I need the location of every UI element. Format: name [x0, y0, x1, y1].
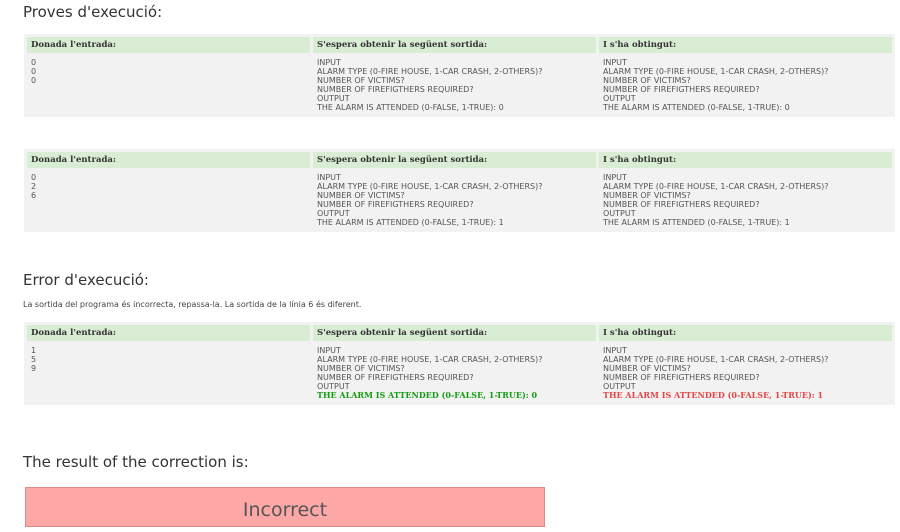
obtained-line: ALARM TYPE (0-FIRE HOUSE, 1-CAR CRASH, 2… — [603, 182, 829, 192]
expected-cell: INPUT ALARM TYPE (0-FIRE HOUSE, 1-CAR CR… — [313, 56, 596, 114]
input-line: 0 — [31, 58, 37, 67]
expected-line: NUMBER OF VICTIMS? — [317, 76, 405, 86]
expected-line: NUMBER OF VICTIMS? — [317, 191, 405, 201]
obtained-line: NUMBER OF VICTIMS? — [603, 191, 691, 201]
result-badge: Incorrect — [25, 487, 545, 527]
expected-diff-line: THE ALARM IS ATTENDED (0-FALSE, 1-TRUE):… — [317, 390, 538, 401]
input-header: Donada l'entrada: — [27, 37, 310, 53]
obtained-line: ALARM TYPE (0-FIRE HOUSE, 1-CAR CRASH, 2… — [603, 67, 829, 77]
input-line: 6 — [31, 191, 37, 201]
obtained-line: NUMBER OF FIREFIGTHERS REQUIRED? — [603, 200, 760, 210]
expected-line: INPUT — [317, 173, 341, 182]
obtained-header: I s'ha obtingut: — [599, 325, 892, 341]
table-row: 1 5 9 INPUT ALARM TYPE (0-FIRE HOUSE, 1-… — [27, 344, 892, 402]
obtained-line: NUMBER OF VICTIMS? — [603, 364, 691, 374]
expected-line: OUTPUT — [317, 94, 350, 104]
obtained-line: INPUT — [603, 173, 627, 182]
expected-line: ALARM TYPE (0-FIRE HOUSE, 1-CAR CRASH, 2… — [317, 67, 543, 77]
expected-line: THE ALARM IS ATTENDED (0-FALSE, 1-TRUE):… — [317, 218, 504, 228]
result-label: The result of the correction is: — [23, 453, 249, 471]
table-row: 0 2 6 INPUT ALARM TYPE (0-FIRE HOUSE, 1-… — [27, 171, 892, 229]
obtained-line: INPUT — [603, 58, 627, 67]
input-line: 5 — [31, 355, 37, 365]
obtained-line: OUTPUT — [603, 94, 636, 104]
expected-header: S'espera obtenir la següent sortida: — [313, 152, 596, 168]
table-row: 0 0 0 INPUT ALARM TYPE (0-FIRE HOUSE, 1-… — [27, 56, 892, 114]
table-header-row: Donada l'entrada: S'espera obtenir la se… — [27, 37, 892, 53]
error-section-title: Error d'execució: — [23, 271, 149, 289]
expected-header: S'espera obtenir la següent sortida: — [313, 325, 596, 341]
input-line: 1 — [31, 346, 37, 355]
obtained-header: I s'ha obtingut: — [599, 37, 892, 53]
obtained-line: THE ALARM IS ATTENDED (0-FALSE, 1-TRUE):… — [603, 218, 790, 228]
obtained-diff-line: THE ALARM IS ATTENDED (0-FALSE, 1-TRUE):… — [603, 390, 824, 401]
obtained-line: NUMBER OF FIREFIGTHERS REQUIRED? — [603, 85, 760, 95]
error-test-case-table: Donada l'entrada: S'espera obtenir la se… — [24, 322, 895, 405]
tests-section-title: Proves d'execució: — [23, 3, 163, 21]
input-cell: 0 0 0 — [27, 56, 310, 114]
obtained-line: THE ALARM IS ATTENDED (0-FALSE, 1-TRUE):… — [603, 103, 790, 113]
input-cell: 1 5 9 — [27, 344, 310, 402]
expected-line: NUMBER OF FIREFIGTHERS REQUIRED? — [317, 200, 474, 210]
obtained-cell: INPUT ALARM TYPE (0-FIRE HOUSE, 1-CAR CR… — [599, 344, 892, 402]
expected-line: INPUT — [317, 58, 341, 67]
expected-cell: INPUT ALARM TYPE (0-FIRE HOUSE, 1-CAR CR… — [313, 171, 596, 229]
obtained-line: INPUT — [603, 346, 627, 355]
obtained-line: OUTPUT — [603, 209, 636, 219]
expected-line: THE ALARM IS ATTENDED (0-FALSE, 1-TRUE):… — [317, 103, 504, 113]
obtained-line: ALARM TYPE (0-FIRE HOUSE, 1-CAR CRASH, 2… — [603, 355, 829, 365]
test-case-table-1: Donada l'entrada: S'espera obtenir la se… — [24, 34, 895, 117]
table-header-row: Donada l'entrada: S'espera obtenir la se… — [27, 152, 892, 168]
expected-header: S'espera obtenir la següent sortida: — [313, 37, 596, 53]
obtained-cell: INPUT ALARM TYPE (0-FIRE HOUSE, 1-CAR CR… — [599, 171, 892, 229]
test-case-table-2: Donada l'entrada: S'espera obtenir la se… — [24, 149, 895, 232]
obtained-line: NUMBER OF FIREFIGTHERS REQUIRED? — [603, 373, 760, 383]
expected-line: INPUT — [317, 346, 341, 355]
obtained-cell: INPUT ALARM TYPE (0-FIRE HOUSE, 1-CAR CR… — [599, 56, 892, 114]
input-line: 9 — [31, 364, 37, 374]
input-cell: 0 2 6 — [27, 171, 310, 229]
expected-line: NUMBER OF FIREFIGTHERS REQUIRED? — [317, 85, 474, 95]
expected-line: NUMBER OF VICTIMS? — [317, 364, 405, 374]
expected-line: OUTPUT — [317, 209, 350, 219]
expected-line: ALARM TYPE (0-FIRE HOUSE, 1-CAR CRASH, 2… — [317, 182, 543, 192]
input-line: 0 — [31, 173, 37, 182]
obtained-header: I s'ha obtingut: — [599, 152, 892, 168]
error-note: La sortida del programa és incorrecta, r… — [23, 300, 362, 309]
input-header: Donada l'entrada: — [27, 325, 310, 341]
obtained-line: NUMBER OF VICTIMS? — [603, 76, 691, 86]
table-header-row: Donada l'entrada: S'espera obtenir la se… — [27, 325, 892, 341]
expected-line: ALARM TYPE (0-FIRE HOUSE, 1-CAR CRASH, 2… — [317, 355, 543, 365]
input-line: 0 — [31, 76, 37, 86]
input-header: Donada l'entrada: — [27, 152, 310, 168]
expected-cell: INPUT ALARM TYPE (0-FIRE HOUSE, 1-CAR CR… — [313, 344, 596, 402]
input-line: 0 — [31, 67, 37, 77]
input-line: 2 — [31, 182, 37, 192]
expected-line: NUMBER OF FIREFIGTHERS REQUIRED? — [317, 373, 474, 383]
